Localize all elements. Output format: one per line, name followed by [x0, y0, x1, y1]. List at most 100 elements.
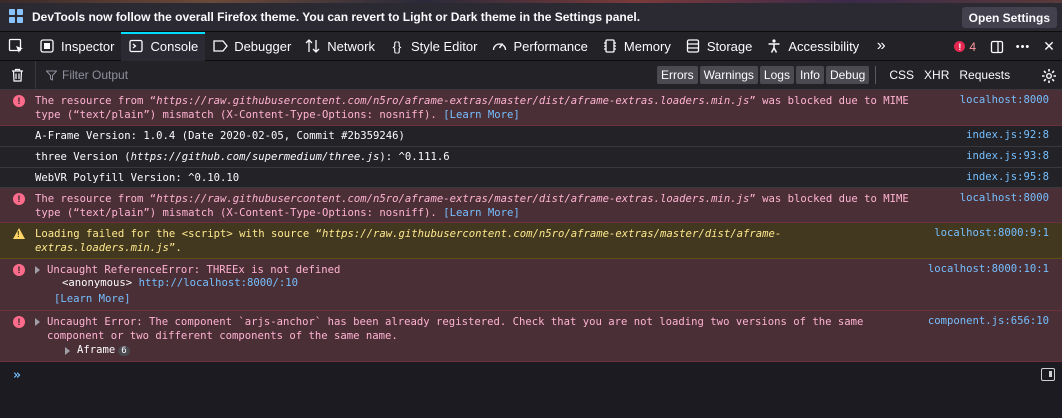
learn-more-link[interactable]: [Learn More]: [54, 292, 131, 306]
tab-network[interactable]: Network: [298, 32, 382, 61]
error-count: 4: [969, 39, 976, 54]
tab-label: Style Editor: [410, 38, 478, 54]
message-location-link[interactable]: index.js:92:8: [966, 129, 1049, 141]
console-input[interactable]: »: [0, 362, 1062, 418]
element-picker-icon: [8, 38, 23, 53]
filter-info-button[interactable]: Info: [795, 66, 824, 84]
error-icon: !: [13, 193, 25, 205]
error-count-button[interactable]: ! 4: [946, 40, 984, 54]
dock-options-button[interactable]: [984, 32, 1010, 61]
more-options-button[interactable]: •••: [1010, 32, 1036, 61]
devtools-toolbox: Inspector Console Debugger Network {} St…: [0, 31, 1062, 61]
accessibility-icon: [766, 38, 782, 54]
message-location-link[interactable]: localhost:8000:10:1: [928, 263, 1049, 275]
tab-accessibility[interactable]: Accessibility: [759, 32, 866, 61]
filter-logs-button[interactable]: Logs: [759, 66, 794, 84]
filter-icon: [46, 70, 57, 81]
open-settings-button[interactable]: Open Settings: [961, 7, 1057, 28]
notification-text: DevTools now follow the overall Firefox …: [32, 10, 641, 24]
tab-label: Accessibility: [788, 38, 860, 54]
chevron-double-right-icon: »: [876, 37, 886, 54]
tab-performance[interactable]: Performance: [484, 32, 594, 61]
filter-xhr-button[interactable]: XHR: [919, 68, 954, 82]
tab-inspector[interactable]: Inspector: [32, 32, 121, 61]
message-text: WebVR Polyfill Version: ^0.10.10: [35, 172, 240, 184]
console-message-log: three Version (https://github.com/superm…: [0, 147, 1062, 168]
console-message-warning: ! Loading failed for the <script> with s…: [0, 223, 1062, 259]
message-location-link[interactable]: localhost:8000:9:1: [934, 227, 1049, 239]
filter-warnings-button[interactable]: Warnings: [699, 66, 758, 84]
expand-triangle-icon[interactable]: [65, 347, 70, 355]
close-devtools-button[interactable]: ✕: [1036, 32, 1062, 61]
clear-console-button[interactable]: [0, 60, 36, 90]
message-location-link[interactable]: index.js:93:8: [966, 150, 1049, 162]
trash-icon: [12, 68, 23, 82]
console-settings-button[interactable]: [1038, 65, 1060, 87]
resource-url[interactable]: https://raw.githubusercontent.com/n5ro/a…: [156, 193, 749, 205]
tab-console[interactable]: Console: [121, 31, 206, 61]
memory-icon: [602, 38, 618, 54]
message-text: A-Frame Version: 1.0.4 (Date 2020-02-05,…: [35, 130, 405, 142]
message-text: Uncaught ReferenceError: THREEx is not d…: [47, 264, 341, 276]
error-icon: !: [13, 264, 25, 276]
error-icon: !: [13, 316, 25, 328]
style-editor-icon: {}: [392, 38, 402, 54]
tab-label: Memory: [623, 38, 671, 54]
tab-label: Storage: [706, 38, 753, 54]
filter-output-field[interactable]: [36, 68, 646, 82]
dock-side-icon: [990, 40, 1004, 53]
tab-storage[interactable]: Storage: [678, 32, 760, 61]
stack-trace-group[interactable]: Aframe 6: [77, 344, 130, 356]
close-icon: ✕: [1043, 38, 1055, 54]
console-filter-bar: Errors Warnings Logs Info Debug CSS XHR …: [0, 60, 1062, 90]
tab-debugger[interactable]: Debugger: [205, 32, 298, 61]
message-text: The resource from “https://raw.githubuse…: [35, 193, 909, 219]
expand-triangle-icon[interactable]: [35, 266, 40, 274]
devtools-notice-icon: [9, 9, 25, 25]
console-message-log: WebVR Polyfill Version: ^0.10.10 index.j…: [0, 168, 1062, 188]
message-location-link[interactable]: index.js:95:8: [966, 171, 1049, 183]
tab-label: Debugger: [234, 38, 292, 54]
tab-label: Inspector: [61, 38, 115, 54]
learn-more-link[interactable]: [Learn More]: [443, 207, 520, 219]
console-message-error: ! The resource from “https://raw.githubu…: [0, 188, 1062, 223]
filter-errors-button[interactable]: Errors: [657, 66, 698, 84]
expand-triangle-icon[interactable]: [35, 318, 40, 326]
message-text: Uncaught Error: The component `arjs-anch…: [47, 316, 864, 342]
element-picker-button[interactable]: [0, 32, 32, 61]
message-location-link[interactable]: localhost:8000: [960, 94, 1049, 106]
more-tools-button[interactable]: »: [866, 32, 896, 61]
stack-trace-frame[interactable]: <anonymous> http://localhost:8000/:10: [62, 277, 298, 289]
filter-output-input[interactable]: [62, 68, 622, 82]
console-message-log: A-Frame Version: 1.0.4 (Date 2020-02-05,…: [0, 126, 1062, 147]
filter-css-button[interactable]: CSS: [884, 68, 919, 82]
console-output: ! The resource from “https://raw.githubu…: [0, 90, 1062, 362]
warning-icon: !: [13, 228, 25, 239]
inspector-icon: [39, 38, 55, 54]
error-icon: !: [13, 95, 25, 107]
prompt-chevron-icon: »: [13, 368, 21, 383]
gear-icon: [1042, 69, 1056, 83]
filter-debug-button[interactable]: Debug: [825, 66, 870, 84]
tab-style-editor[interactable]: {} Style Editor: [382, 32, 484, 61]
console-message-error: ! The resource from “https://raw.githubu…: [0, 90, 1062, 126]
toggle-editor-button[interactable]: [1041, 368, 1055, 381]
message-text: The resource from “https://raw.githubuse…: [35, 95, 909, 121]
tab-label: Console: [150, 38, 199, 54]
resource-url[interactable]: https://raw.githubusercontent.com/n5ro/a…: [156, 95, 749, 107]
tab-label: Performance: [513, 38, 588, 54]
message-location-link[interactable]: localhost:8000: [960, 192, 1049, 204]
console-message-error: ! Uncaught Error: The component `arjs-an…: [0, 311, 1062, 362]
debugger-icon: [212, 38, 228, 54]
theme-notification-bar: DevTools now follow the overall Firefox …: [0, 3, 1062, 32]
tab-memory[interactable]: Memory: [595, 32, 678, 61]
log-level-filters: Errors Warnings Logs Info Debug: [657, 66, 870, 84]
message-text: Loading failed for the <script> with sou…: [35, 228, 782, 254]
message-location-link[interactable]: component.js:656:10: [928, 315, 1049, 327]
ellipsis-icon: •••: [1015, 40, 1031, 53]
group-count-badge: 6: [118, 346, 130, 356]
learn-more-link[interactable]: [Learn More]: [443, 109, 520, 121]
filter-requests-button[interactable]: Requests: [954, 68, 1015, 82]
message-text: three Version (https://github.com/superm…: [35, 151, 450, 163]
storage-icon: [685, 38, 701, 54]
